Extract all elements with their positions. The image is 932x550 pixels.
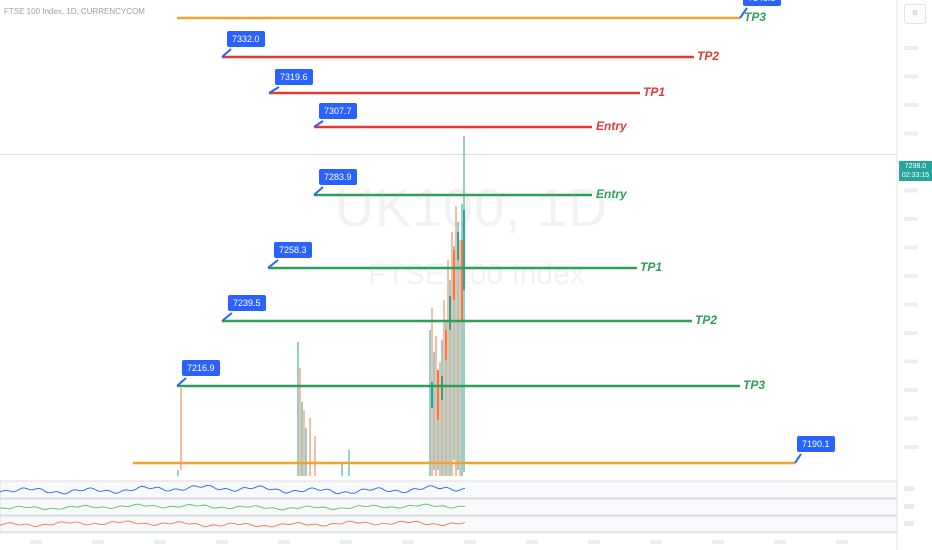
price-axis-tick: [904, 416, 918, 421]
level-price-tag[interactable]: 7307.7: [319, 103, 357, 119]
watermark-description: FTSE 100 Index: [368, 258, 585, 291]
watermark-symbol: UK100, 1D: [335, 178, 609, 238]
level-price-tag[interactable]: 7345.8: [743, 0, 781, 6]
indicator-axis-tick: [904, 504, 914, 509]
candle-body: [441, 376, 443, 400]
candle-body: [437, 370, 439, 420]
price-axis-tick: [904, 188, 918, 193]
level-label: TP1: [643, 85, 666, 99]
price-axis-tick: [904, 274, 918, 278]
time-axis-tick: [464, 540, 476, 544]
countdown-value: 02:33:15: [901, 172, 930, 179]
price-axis-tick: [904, 359, 918, 364]
indicator-panes: [0, 480, 914, 550]
time-axis-tick: [216, 540, 228, 544]
indicator-axis-tick: [904, 521, 914, 526]
time-axis-tick: [278, 540, 290, 544]
time-axis-tick: [650, 540, 662, 544]
chart-settings-icon[interactable]: ⚙: [904, 4, 926, 24]
time-axis-tick: [836, 540, 848, 544]
price-axis-tick: [904, 46, 918, 50]
time-axis-tick: [30, 540, 42, 544]
price-axis-tick: [904, 103, 918, 107]
price-axis-tick: [904, 217, 918, 221]
time-axis-tick: [588, 540, 600, 544]
indicator-axis-tick: [904, 486, 914, 491]
price-axis-tick: [904, 388, 918, 392]
tag-connector: [794, 453, 802, 464]
time-axis-tick: [712, 540, 724, 544]
level-label: TP1: [640, 260, 663, 274]
level-price-tag[interactable]: 7190.1: [797, 436, 835, 452]
symbol-title: FTSE 100 Index, 1D, CURRENCYCOM: [4, 7, 145, 16]
price-axis-tick: [904, 331, 918, 335]
time-axis-tick: [526, 540, 538, 544]
level-label: TP3: [744, 10, 767, 24]
time-axis-tick: [154, 540, 166, 544]
price-axis-tick: [904, 445, 918, 449]
current-price-value: 7298.0: [904, 163, 927, 170]
level-price-tag[interactable]: 7283.9: [319, 169, 357, 185]
level-price-tag[interactable]: 7258.3: [274, 242, 312, 258]
level-price-tag[interactable]: 7319.6: [275, 69, 313, 85]
price-axis-tick: [904, 131, 918, 136]
price-axis[interactable]: [896, 0, 918, 550]
level-price-tag[interactable]: 7239.5: [228, 295, 266, 311]
level-price-tag[interactable]: 7216.9: [182, 360, 220, 376]
level-label: TP3: [743, 378, 766, 392]
current-price-badge: 7298.0 02:33:15: [899, 161, 932, 181]
time-axis-tick: [402, 540, 414, 544]
time-axis-tick: [92, 540, 104, 544]
time-axis-tick: [774, 540, 786, 544]
time-axis-tick: [340, 540, 352, 544]
candle-body: [449, 296, 451, 330]
level-label: TP2: [695, 313, 718, 327]
price-axis-tick: [904, 302, 918, 307]
price-axis-tick: [904, 245, 918, 250]
candle-body: [445, 330, 447, 360]
level-label: Entry: [596, 119, 627, 133]
level-price-tag[interactable]: 7332.0: [227, 31, 265, 47]
time-axis: [0, 533, 897, 550]
level-label: TP2: [697, 49, 720, 63]
price-axis-tick: [904, 74, 918, 79]
level-label: Entry: [596, 187, 627, 201]
